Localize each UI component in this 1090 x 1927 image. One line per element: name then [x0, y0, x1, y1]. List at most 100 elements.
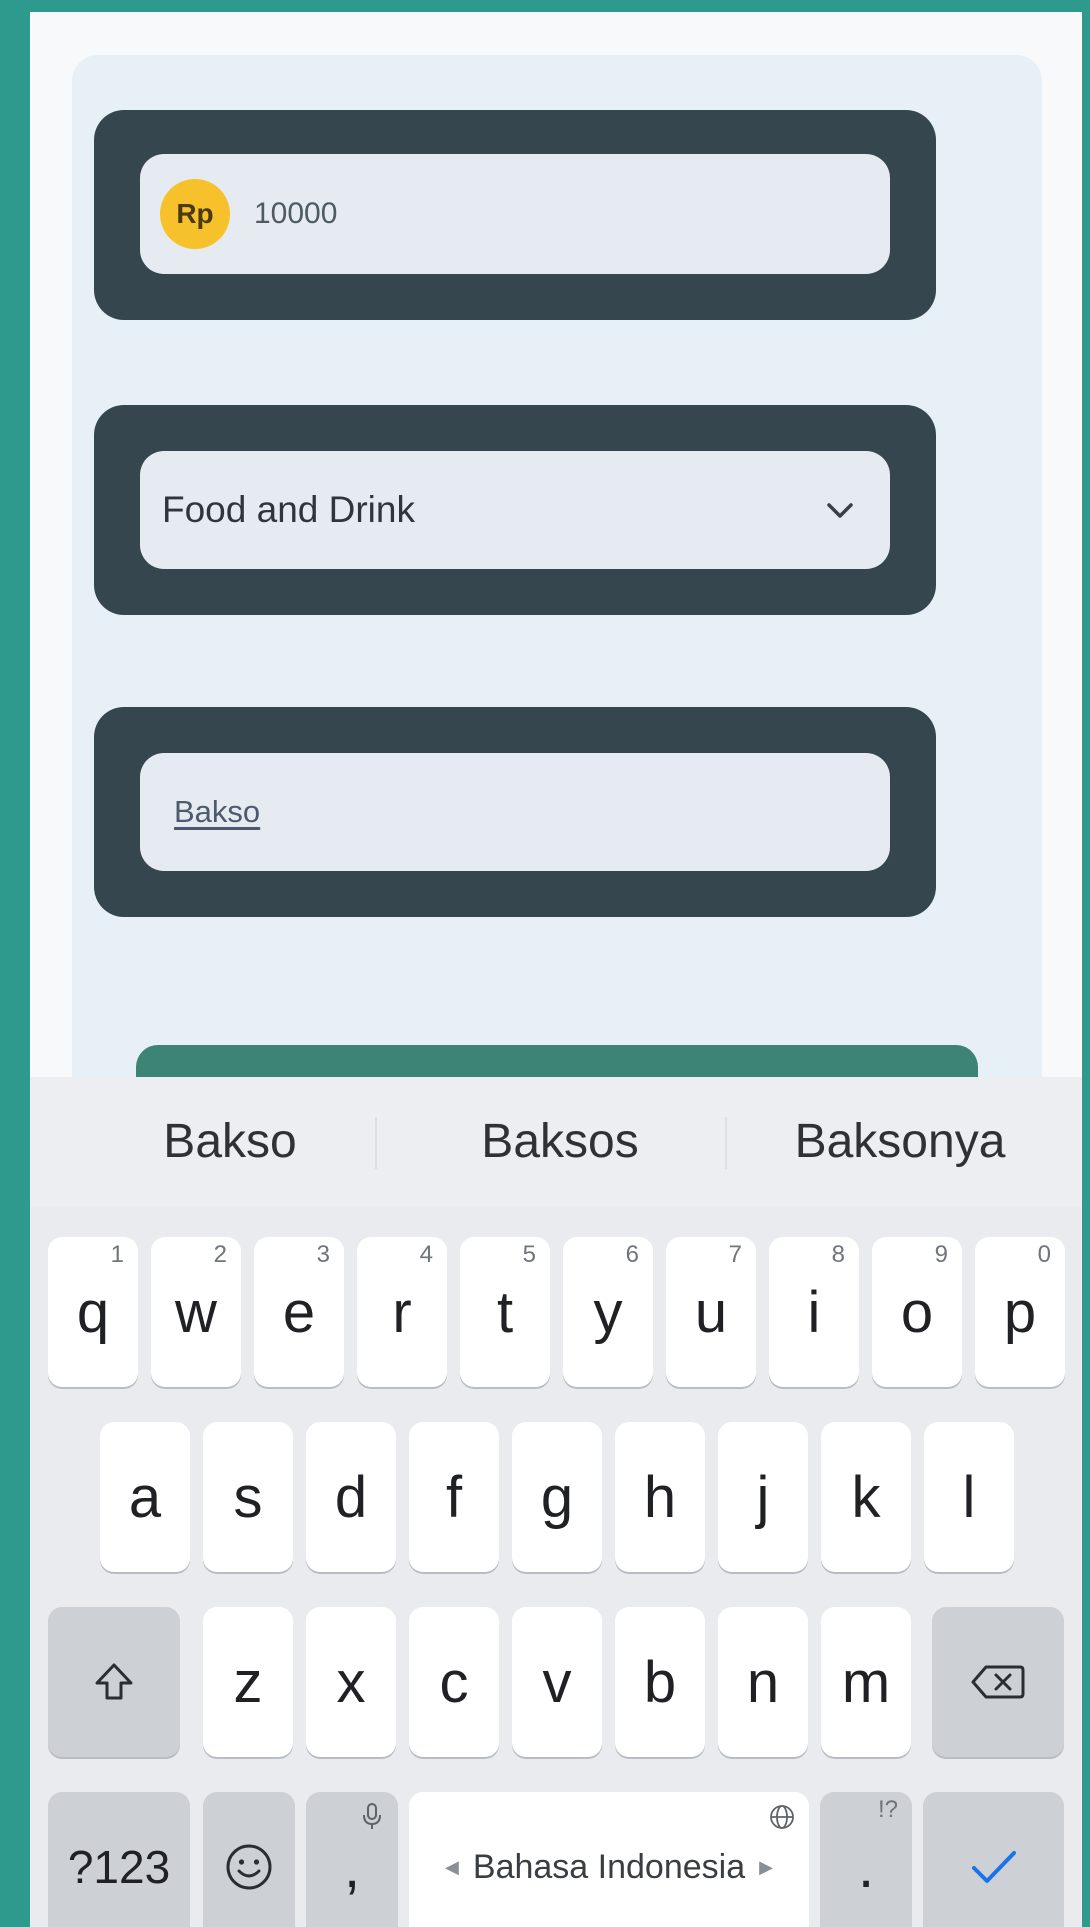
description-field-frame: Bakso [94, 707, 936, 917]
key-d[interactable]: d [306, 1422, 396, 1572]
category-dropdown[interactable]: Food and Drink [140, 451, 890, 569]
key-u[interactable]: u7 [666, 1237, 756, 1387]
key-label: p [1003, 1279, 1037, 1345]
shift-key[interactable] [48, 1607, 180, 1757]
key-y[interactable]: y6 [563, 1237, 653, 1387]
key-n[interactable]: n [718, 1607, 808, 1757]
key-h[interactable]: h [615, 1422, 705, 1572]
key-i[interactable]: i8 [769, 1237, 859, 1387]
key-r[interactable]: r4 [357, 1237, 447, 1387]
key-label: l [962, 1464, 976, 1530]
key-label: a [128, 1464, 162, 1530]
shift-icon [95, 1663, 133, 1700]
key-label: w [175, 1279, 217, 1345]
key-g[interactable]: g [512, 1422, 602, 1572]
backspace-key[interactable] [932, 1607, 1064, 1757]
key-label: f [445, 1464, 463, 1530]
key-v[interactable]: v [512, 1607, 602, 1757]
currency-badge: Rp [160, 179, 230, 249]
symbols-key[interactable]: ?123 [48, 1792, 190, 1927]
key-b[interactable]: b [615, 1607, 705, 1757]
category-field-frame: Food and Drink [94, 405, 936, 615]
key-hint: 6 [625, 1241, 639, 1268]
backspace-icon [971, 1665, 1025, 1699]
key-hint: 0 [1037, 1241, 1051, 1268]
key-z[interactable]: z [203, 1607, 293, 1757]
suggestion-1[interactable]: Bakso [70, 1077, 390, 1207]
key-e[interactable]: e3 [254, 1237, 344, 1387]
key-hint: 1 [110, 1241, 124, 1268]
suggestion-divider [375, 1117, 377, 1169]
key-hint: 7 [728, 1241, 742, 1268]
globe-icon [770, 1805, 794, 1829]
key-label: u [694, 1279, 728, 1345]
arrow-right-icon: ▶ [759, 1856, 773, 1877]
checkmark-icon [971, 1851, 1016, 1883]
key-s[interactable]: s [203, 1422, 293, 1572]
period-key[interactable]: . !? [820, 1792, 912, 1927]
amount-value: 10000 [254, 197, 338, 230]
key-label: q [76, 1279, 110, 1345]
suggestion-3[interactable]: Baksonya [740, 1077, 1060, 1207]
key-label: r [392, 1279, 412, 1345]
key-label: t [496, 1279, 514, 1345]
key-hint: 8 [831, 1241, 845, 1268]
emoji-icon [226, 1844, 272, 1890]
key-label: d [334, 1464, 368, 1530]
key-hint: !? [877, 1796, 898, 1823]
emoji-key[interactable] [203, 1792, 295, 1927]
key-label: o [900, 1279, 934, 1345]
key-q[interactable]: q1 [48, 1237, 138, 1387]
key-hint: 2 [213, 1241, 227, 1268]
key-label: ?123 [67, 1841, 171, 1893]
arrow-left-icon: ◀ [445, 1856, 459, 1877]
spacebar[interactable]: ◀ Bahasa Indonesia ▶ [409, 1792, 809, 1927]
key-l[interactable]: l [924, 1422, 1014, 1572]
key-k[interactable]: k [821, 1422, 911, 1572]
key-j[interactable]: j [718, 1422, 808, 1572]
key-label: c [439, 1649, 469, 1715]
key-c[interactable]: c [409, 1607, 499, 1757]
key-label: . [857, 1834, 875, 1900]
key-label: x [336, 1649, 366, 1715]
key-hint: 4 [419, 1241, 433, 1268]
description-input[interactable]: Bakso [140, 753, 890, 871]
key-hint: 9 [934, 1241, 948, 1268]
description-value: Bakso [174, 794, 261, 829]
amount-input[interactable]: Rp 10000 [140, 154, 890, 274]
key-hint: 3 [316, 1241, 330, 1268]
suggestion-strip: Bakso Baksos Baksonya [30, 1077, 1082, 1207]
key-x[interactable]: x [306, 1607, 396, 1757]
enter-key[interactable] [923, 1792, 1064, 1927]
key-label: y [593, 1279, 623, 1345]
key-f[interactable]: f [409, 1422, 499, 1572]
spacebar-label: Bahasa Indonesia [472, 1847, 746, 1886]
app-screen: Rp 10000 Food and Drink Bakso Bakso Baks… [30, 12, 1082, 1927]
key-label: g [540, 1464, 574, 1530]
key-hint: 5 [522, 1241, 536, 1268]
key-label: b [643, 1649, 677, 1715]
key-w[interactable]: w2 [151, 1237, 241, 1387]
key-t[interactable]: t5 [460, 1237, 550, 1387]
key-a[interactable]: a [100, 1422, 190, 1572]
comma-key[interactable]: , [306, 1792, 398, 1927]
key-label: e [282, 1279, 316, 1345]
key-label: z [233, 1649, 263, 1715]
key-label: , [343, 1834, 361, 1900]
key-label: n [746, 1649, 780, 1715]
key-label: k [851, 1464, 881, 1530]
suggestion-2[interactable]: Baksos [390, 1077, 730, 1207]
key-label: i [807, 1279, 821, 1345]
amount-field-frame: Rp 10000 [94, 110, 936, 320]
key-m[interactable]: m [821, 1607, 911, 1757]
key-label: v [542, 1649, 572, 1715]
key-p[interactable]: p0 [975, 1237, 1065, 1387]
key-label: m [841, 1649, 891, 1715]
soft-keyboard: Bakso Baksos Baksonya q1 w2 e3 r4 t5 y6 … [30, 1077, 1082, 1927]
key-label: s [233, 1464, 263, 1530]
key-label: h [643, 1464, 677, 1530]
key-o[interactable]: o9 [872, 1237, 962, 1387]
mic-icon [363, 1803, 381, 1829]
key-label: j [756, 1464, 770, 1530]
suggestion-divider [725, 1117, 727, 1169]
